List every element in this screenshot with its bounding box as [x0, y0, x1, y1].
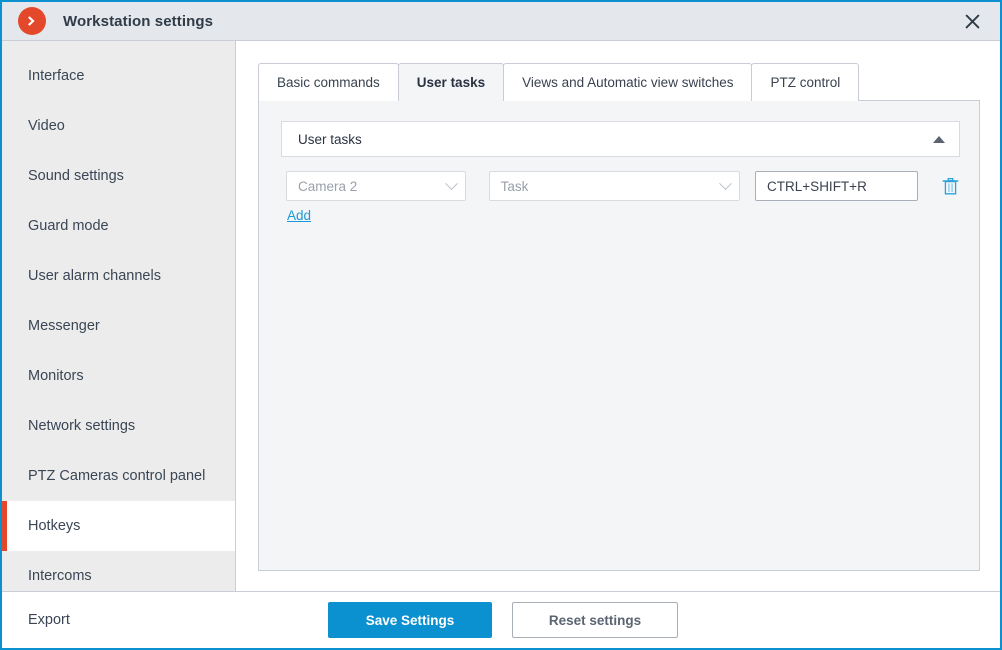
- app-logo-chevron-right-icon: [18, 7, 46, 35]
- save-settings-button[interactable]: Save Settings: [328, 602, 492, 638]
- user-task-row: Camera 2 Task: [286, 171, 960, 201]
- sidebar-item-guard-mode[interactable]: Guard mode: [2, 201, 235, 251]
- caret-up-icon[interactable]: [933, 135, 945, 143]
- trash-icon[interactable]: [940, 174, 960, 198]
- sidebar-item-user-alarm-channels[interactable]: User alarm channels: [2, 251, 235, 301]
- dialog-footer: Export Save Settings Reset settings: [2, 591, 1000, 648]
- tab-basic-commands[interactable]: Basic commands: [258, 63, 399, 101]
- export-button[interactable]: Export: [28, 612, 70, 628]
- chevron-down-icon: [719, 176, 732, 190]
- tab-strip: Basic commands User tasks Views and Auto…: [258, 63, 860, 102]
- sidebar-item-label: Hotkeys: [28, 518, 81, 534]
- camera-select[interactable]: Camera 2: [286, 171, 466, 201]
- group-header-label: User tasks: [298, 131, 362, 147]
- sidebar-item-label: Monitors: [28, 368, 84, 384]
- sidebar-item-label: User alarm channels: [28, 268, 161, 284]
- close-icon[interactable]: [944, 2, 1000, 40]
- tab-label: PTZ control: [770, 75, 841, 90]
- task-select[interactable]: Task: [488, 171, 741, 201]
- window-body: Interface Video Sound settings Guard mod…: [2, 41, 1000, 591]
- sidebar-item-label: Guard mode: [28, 218, 109, 234]
- add-user-task-link[interactable]: Add: [287, 208, 311, 223]
- chevron-down-icon: [444, 176, 458, 190]
- sidebar-item-video[interactable]: Video: [2, 101, 235, 151]
- user-tasks-group-header[interactable]: User tasks: [281, 121, 960, 157]
- reset-settings-button[interactable]: Reset settings: [512, 602, 678, 638]
- tab-ptz-control[interactable]: PTZ control: [751, 63, 860, 101]
- user-tasks-panel: User tasks Camera 2 Task CTRL+SHIFT+R Ad…: [258, 100, 980, 571]
- sidebar-item-label: Messenger: [28, 318, 100, 334]
- sidebar-item-label: Intercoms: [28, 568, 92, 584]
- sidebar-item-label: PTZ Cameras control panel: [28, 468, 206, 484]
- sidebar-item-label: Sound settings: [28, 168, 124, 184]
- tab-label: Basic commands: [277, 75, 380, 90]
- sidebar-item-hotkeys[interactable]: Hotkeys: [2, 501, 235, 551]
- tab-user-tasks[interactable]: User tasks: [397, 63, 505, 102]
- tab-label: User tasks: [416, 75, 486, 90]
- hotkey-input[interactable]: [755, 171, 919, 201]
- tab-views-and-automatic-view-switches[interactable]: Views and Automatic view switches: [503, 63, 753, 101]
- sidebar-item-interface[interactable]: Interface: [2, 51, 235, 101]
- sidebar-item-messenger[interactable]: Messenger: [2, 301, 235, 351]
- sidebar-item-ptz-cameras-control-panel[interactable]: PTZ Cameras control panel: [2, 451, 235, 501]
- settings-sidebar: Interface Video Sound settings Guard mod…: [2, 41, 236, 591]
- sidebar-item-sound-settings[interactable]: Sound settings: [2, 151, 235, 201]
- sidebar-item-label: Network settings: [28, 418, 136, 434]
- sidebar-item-monitors[interactable]: Monitors: [2, 351, 235, 401]
- tab-label: Views and Automatic view switches: [522, 75, 734, 90]
- title-bar: Workstation settings: [2, 2, 1000, 41]
- sidebar-item-network-settings[interactable]: Network settings: [2, 401, 235, 451]
- footer-button-group: Save Settings Reset settings: [328, 602, 678, 638]
- sidebar-item-label: Video: [28, 118, 65, 134]
- workstation-settings-window: Workstation settings Interface Video Sou…: [0, 0, 1002, 650]
- settings-content: Basic commands User tasks Views and Auto…: [236, 41, 1000, 591]
- window-title: Workstation settings: [63, 12, 214, 30]
- camera-select-value: Camera 2: [298, 178, 358, 194]
- task-select-placeholder: Task: [500, 178, 529, 194]
- sidebar-item-label: Interface: [28, 68, 85, 84]
